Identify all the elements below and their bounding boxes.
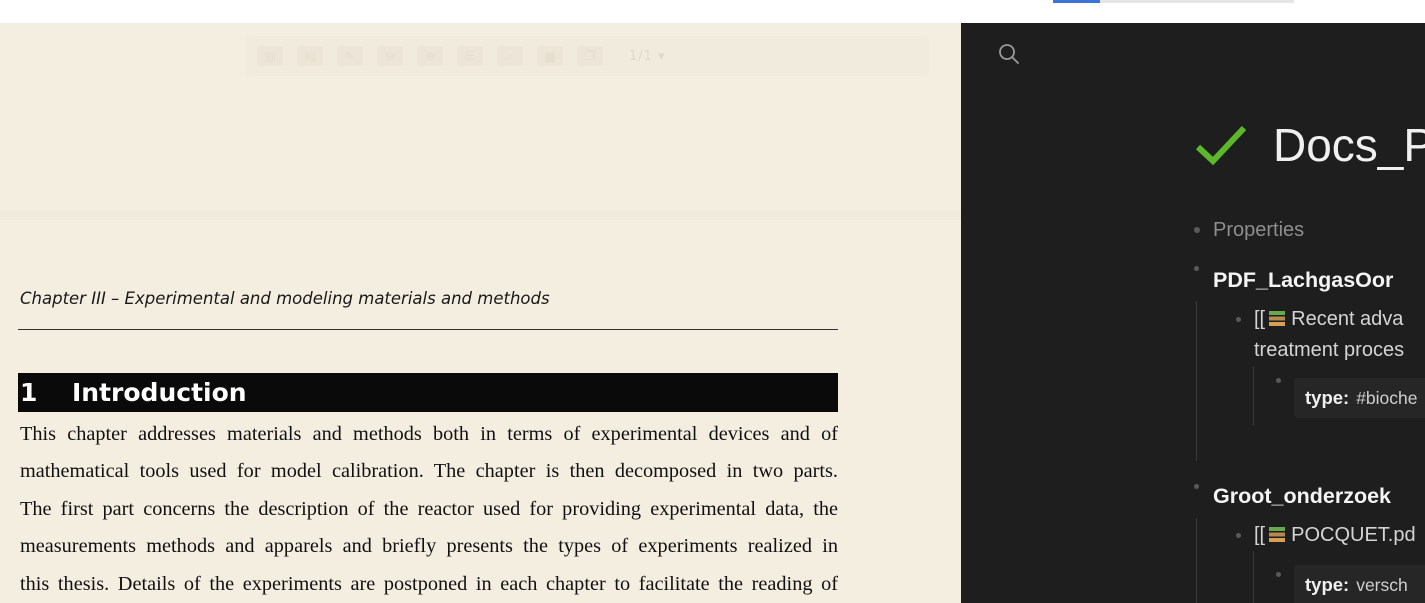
property-value: versch	[1356, 574, 1408, 595]
body-line: mathematical tools used for model calibr…	[20, 460, 838, 483]
section-heading: 1 Introduction	[18, 373, 838, 412]
bullet-icon	[1276, 378, 1281, 383]
property-key: type:	[1305, 387, 1350, 408]
property-value: #bioche	[1356, 387, 1418, 408]
book-icon	[1269, 527, 1286, 542]
pdf-toolbar: ▥ ▤ ✎ ⊖ ⊕ ☰ ⌕ ▆ ❐ 1/1 ▾	[245, 36, 929, 76]
link-text-continued[interactable]: treatment proces	[1254, 339, 1404, 362]
search-pdf-icon[interactable]: ⌕	[497, 46, 523, 66]
property-key: type:	[1305, 574, 1350, 595]
copy-icon[interactable]: ❐	[577, 46, 603, 66]
body-paragraph: This chapter addresses materials and met…	[20, 416, 838, 603]
body-line: The first part concerns the description …	[20, 497, 838, 520]
note-title-row: Docs_P	[1195, 118, 1425, 172]
bullet-icon	[1276, 572, 1281, 577]
body-line: This chapter addresses materials and met…	[20, 423, 838, 445]
top-bar	[0, 0, 1425, 23]
link-text: POCQUET.pd	[1291, 524, 1416, 546]
section-title: Introduction	[72, 378, 247, 407]
search-icon[interactable]	[998, 43, 1020, 65]
section-heading-2[interactable]: Groot_onderzoek	[1213, 484, 1391, 509]
page-separator	[0, 210, 961, 220]
indent-guide	[1253, 367, 1254, 425]
link-text: Recent adva	[1291, 308, 1404, 330]
link-item-1[interactable]: [[ Recent adva	[1254, 308, 1403, 331]
outline-icon[interactable]: ▤	[297, 46, 323, 66]
running-header: Chapter III – Experimental and modeling …	[20, 289, 550, 308]
properties-label[interactable]: Properties	[1213, 219, 1304, 242]
book-icon	[1269, 311, 1286, 326]
page-indicator[interactable]: 1/1 ▾	[629, 49, 666, 64]
indent-guide	[1196, 301, 1197, 461]
body-line: this thesis. Details of the experiments …	[20, 572, 838, 595]
notes-pane: Docs_P Properties PDF_LachgasOor [[ Recen…	[961, 23, 1425, 603]
property-chip-2[interactable]: type: versch	[1294, 565, 1425, 603]
zoom-out-icon[interactable]: ⊖	[377, 46, 403, 66]
bullet-icon	[1194, 484, 1199, 489]
tab-strip[interactable]	[1100, 0, 1294, 3]
body-line: measurements methods and apparels and br…	[20, 535, 838, 558]
note-title[interactable]: Docs_P	[1273, 118, 1425, 172]
highlight-icon[interactable]: ✎	[337, 46, 363, 66]
link-prefix: [[	[1254, 524, 1266, 546]
indent-guide	[1253, 551, 1254, 603]
zoom-in-icon[interactable]: ⊕	[417, 46, 443, 66]
indent-guide	[1196, 518, 1197, 603]
section-number: 1	[20, 378, 38, 407]
section-heading-1[interactable]: PDF_LachgasOor	[1213, 268, 1393, 293]
check-icon	[1195, 125, 1247, 166]
active-tab-indicator[interactable]	[1053, 0, 1100, 3]
comment-icon[interactable]: ▆	[537, 46, 563, 66]
link-item-2[interactable]: [[ POCQUET.pd	[1254, 524, 1416, 547]
bullet-icon	[1194, 227, 1200, 233]
pdf-viewer-pane: ▥ ▤ ✎ ⊖ ⊕ ☰ ⌕ ▆ ❐ 1/1 ▾ Chapter III – Ex…	[0, 23, 961, 603]
bullet-icon	[1236, 317, 1241, 322]
bullet-icon	[1236, 533, 1241, 538]
link-prefix: [[	[1254, 308, 1266, 330]
sidebar-toggle-icon[interactable]: ▥	[257, 46, 283, 66]
property-chip-1[interactable]: type: #bioche	[1294, 378, 1425, 418]
fit-width-icon[interactable]: ☰	[457, 46, 483, 66]
bullet-icon	[1194, 266, 1199, 271]
header-rule	[18, 329, 838, 330]
